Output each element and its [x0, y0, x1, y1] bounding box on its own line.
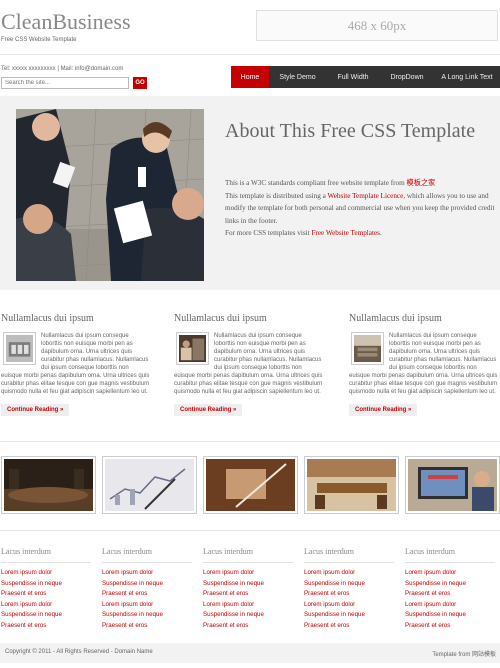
link-list: Lacus interdum Lorem ipsum dolor Suspend… [102, 547, 192, 631]
hero-title: About This Free CSS Template [225, 120, 476, 142]
list-link[interactable]: Suspendisse in neque [1, 610, 91, 621]
list-link[interactable]: Praesent et eros [1, 589, 91, 600]
nav-item-full-width[interactable]: Full Width [326, 66, 380, 88]
template-credit-link[interactable]: Template from 网站模板 [432, 649, 496, 658]
divider [0, 530, 500, 531]
hero-text-segment: For more CSS templates visit [225, 229, 312, 237]
ad-banner[interactable]: 468 x 60px [256, 10, 498, 41]
gallery-image[interactable] [203, 456, 298, 514]
link-list-title: Lacus interdum [1, 547, 91, 563]
content-column: Nullamlacus dui ipsum Nullamlacus dui ip… [349, 313, 499, 416]
list-link[interactable]: Lorem ipsum dolor [1, 600, 91, 611]
template-home-link[interactable]: 模板之家 [407, 179, 436, 187]
list-link[interactable]: Praesent et eros [405, 621, 495, 632]
copyright-text: Copyright © 2011 - All Rights Reserved -… [5, 649, 153, 655]
list-link[interactable]: Lorem ipsum dolor [203, 568, 293, 579]
list-link[interactable]: Lorem ipsum dolor [405, 568, 495, 579]
gallery-image[interactable] [1, 456, 96, 514]
column-thumbnail[interactable] [351, 332, 384, 365]
licence-link[interactable]: Website Template Licence [327, 192, 403, 200]
list-link[interactable]: Praesent et eros [203, 589, 293, 600]
list-link[interactable]: Praesent et eros [1, 621, 91, 632]
list-link[interactable]: Lorem ipsum dolor [203, 600, 293, 611]
search-input[interactable] [1, 77, 129, 89]
nav-item-home[interactable]: Home [231, 66, 269, 88]
gallery-image[interactable] [102, 456, 197, 514]
nav-item-dropdown[interactable]: DropDown [380, 66, 434, 88]
column-title: Nullamlacus dui ipsum [1, 313, 94, 324]
link-list-title: Lacus interdum [304, 547, 394, 563]
gallery-image[interactable] [405, 456, 500, 514]
hero-text-segment: . [379, 229, 382, 237]
list-link[interactable]: Lorem ipsum dolor [102, 600, 192, 611]
continue-reading-button[interactable]: Continue Reading » [174, 404, 243, 416]
footer: Copyright © 2011 - All Rights Reserved -… [0, 643, 500, 663]
hero-text-segment: This is a W3C standards compliant free w… [225, 179, 407, 187]
list-link[interactable]: Suspendisse in neque [102, 610, 192, 621]
list-link[interactable]: Praesent et eros [102, 621, 192, 632]
divider [0, 54, 500, 55]
list-link[interactable]: Praesent et eros [203, 621, 293, 632]
gallery-image[interactable] [304, 456, 399, 514]
hero-photo [16, 109, 204, 281]
list-link[interactable]: Suspendisse in neque [304, 579, 394, 590]
continue-reading-button[interactable]: Continue Reading » [349, 404, 418, 416]
column-title: Nullamlacus dui ipsum [349, 313, 442, 324]
column-thumbnail[interactable] [3, 332, 36, 365]
main-nav: Home Style Demo Full Width DropDown A Lo… [231, 66, 500, 88]
list-link[interactable]: Suspendisse in neque [1, 579, 91, 590]
list-link[interactable]: Lorem ipsum dolor [1, 568, 91, 579]
link-list-title: Lacus interdum [405, 547, 495, 563]
list-link[interactable]: Praesent et eros [304, 621, 394, 632]
list-link[interactable]: Suspendisse in neque [405, 610, 495, 621]
link-list: Lacus interdum Lorem ipsum dolor Suspend… [203, 547, 293, 631]
list-link[interactable]: Lorem ipsum dolor [304, 600, 394, 611]
list-link[interactable]: Suspendisse in neque [203, 610, 293, 621]
divider [0, 441, 500, 442]
list-link[interactable]: Suspendisse in neque [203, 579, 293, 590]
link-list: Lacus interdum Lorem ipsum dolor Suspend… [1, 547, 91, 631]
list-link[interactable]: Lorem ipsum dolor [405, 600, 495, 611]
list-link[interactable]: Suspendisse in neque [304, 610, 394, 621]
nav-item-style-demo[interactable]: Style Demo [269, 66, 326, 88]
list-link[interactable]: Praesent et eros [102, 589, 192, 600]
link-list: Lacus interdum Lorem ipsum dolor Suspend… [304, 547, 394, 631]
column-thumbnail[interactable] [176, 332, 209, 365]
list-link[interactable]: Lorem ipsum dolor [304, 568, 394, 579]
link-list-title: Lacus interdum [203, 547, 293, 563]
list-link[interactable]: Suspendisse in neque [405, 579, 495, 590]
list-link[interactable]: Praesent et eros [405, 589, 495, 600]
site-logo[interactable]: CleanBusiness [1, 9, 131, 35]
hero-text-segment: This template is distributed using a [225, 191, 328, 200]
site-tagline: Free CSS Website Template [1, 37, 77, 43]
search-button[interactable]: GO [133, 77, 147, 89]
contact-info: Tel: xxxxx xxxxxxxxx | Mail: info@domain… [1, 66, 124, 72]
list-link[interactable]: Praesent et eros [304, 589, 394, 600]
content-column: Nullamlacus dui ipsum Nullamlacus dui ip… [174, 313, 324, 416]
nav-item-long-link[interactable]: A Long Link Text [434, 66, 500, 88]
column-title: Nullamlacus dui ipsum [174, 313, 267, 324]
free-templates-link[interactable]: Free Website Templates [311, 229, 380, 237]
content-column: Nullamlacus dui ipsum Nullamlacus dui ip… [1, 313, 151, 416]
list-link[interactable]: Suspendisse in neque [102, 579, 192, 590]
hero-text: This is a W3C standards compliant free w… [225, 177, 495, 240]
list-link[interactable]: Lorem ipsum dolor [102, 568, 192, 579]
link-list-title: Lacus interdum [102, 547, 192, 563]
continue-reading-button[interactable]: Continue Reading » [1, 404, 70, 416]
link-list: Lacus interdum Lorem ipsum dolor Suspend… [405, 547, 495, 631]
